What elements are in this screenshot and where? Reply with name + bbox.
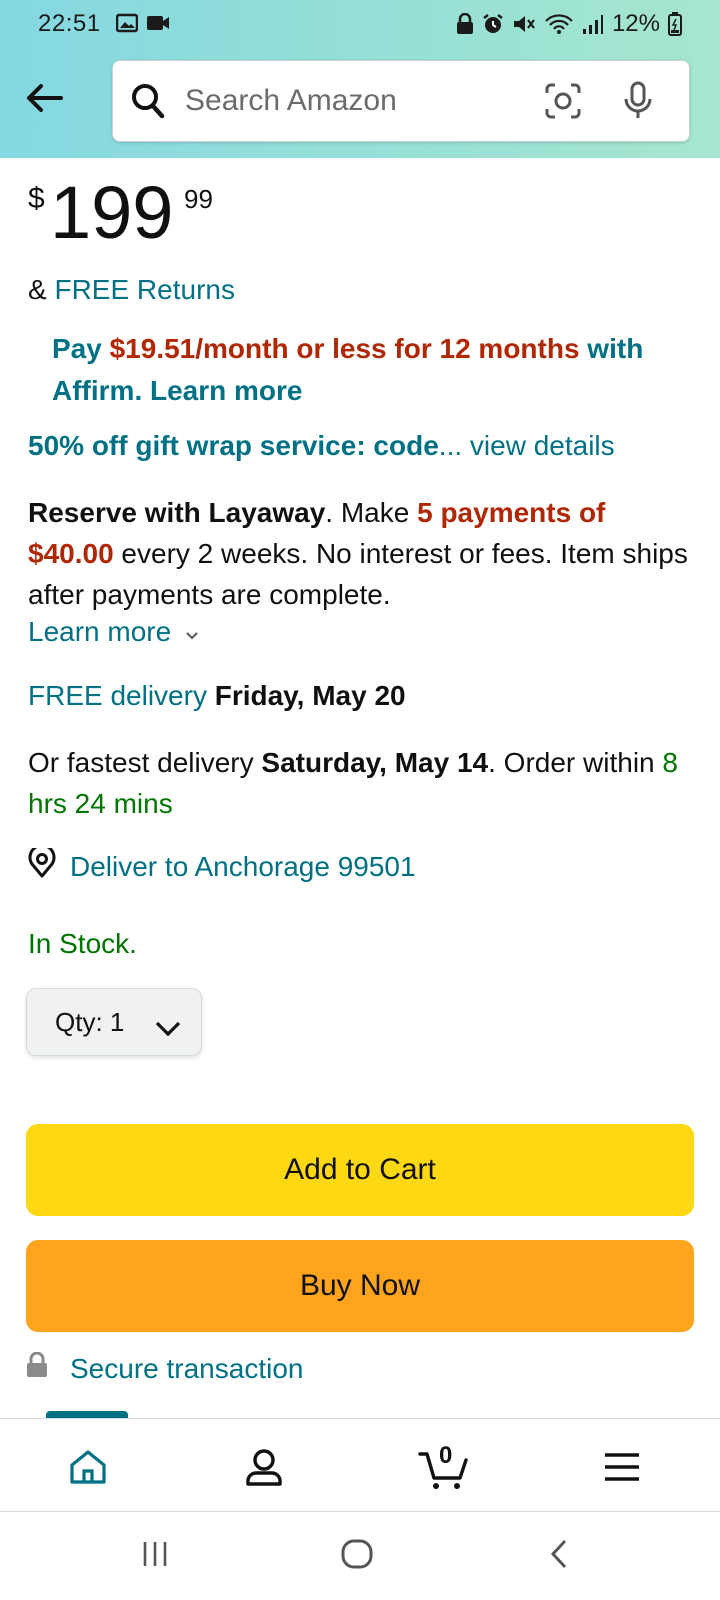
buy-now-button[interactable]: Buy Now (26, 1240, 694, 1332)
search-icon (131, 83, 165, 124)
free-delivery-date: Friday, May 20 (214, 680, 406, 711)
secure-transaction-link[interactable]: Secure transaction (26, 1351, 304, 1385)
chevron-down-icon (155, 1013, 181, 1044)
recent-apps-icon (140, 1540, 170, 1573)
nav-cart[interactable]: 0 (414, 1439, 474, 1499)
image-icon (115, 12, 139, 40)
wifi-icon (544, 13, 574, 35)
alarm-icon (482, 13, 504, 35)
battery-icon (668, 12, 682, 36)
stock-status: In Stock. (28, 928, 137, 959)
free-delivery-info: FREE delivery Friday, May 20 (28, 680, 406, 712)
price-symbol: $ (28, 182, 45, 215)
camera-scan-icon[interactable] (545, 83, 581, 124)
free-returns-link[interactable]: FREE Returns (54, 274, 235, 305)
layaway-info: Reserve with Layaway. Make 5 payments of… (28, 497, 688, 610)
cart-count: 0 (439, 1442, 453, 1469)
chevron-down-icon (185, 616, 199, 648)
view-details-link[interactable]: ... view details (439, 430, 615, 461)
price-whole: 199 (50, 171, 174, 254)
bottom-nav-bar: 0 (0, 1411, 720, 1512)
giftwrap-text: 50% off gift wrap service: code (28, 430, 439, 461)
nav-account[interactable] (234, 1439, 294, 1499)
recent-apps-button[interactable] (130, 1534, 180, 1578)
location-pin-icon (28, 843, 56, 885)
fastest-delivery-info: Or fastest delivery Saturday, May 14. Or… (28, 747, 678, 819)
search-bar[interactable] (112, 60, 690, 142)
learn-more-label: Learn more (28, 616, 172, 647)
price-fraction: 99 (184, 184, 213, 214)
video-icon (146, 12, 170, 40)
add-to-cart-button[interactable]: Add to Cart (26, 1124, 694, 1216)
account-icon (244, 1447, 284, 1492)
affirm-offer[interactable]: Pay $19.51/month or less for 12 months w… (52, 328, 672, 412)
returns-info: & FREE Returns (28, 274, 235, 305)
giftwrap-promo[interactable]: 50% off gift wrap service: code... view … (28, 430, 615, 462)
mute-icon (512, 13, 536, 35)
system-back-button[interactable] (534, 1534, 584, 1578)
active-tab-indicator (46, 1411, 128, 1418)
nav-menu[interactable] (592, 1439, 652, 1499)
learn-more-toggle[interactable]: Learn more (28, 616, 199, 648)
signal-icon (582, 13, 604, 35)
secure-transaction-label: Secure transaction (70, 1352, 304, 1384)
home-button[interactable] (332, 1534, 382, 1578)
arrow-left-icon (25, 83, 63, 118)
status-bar: 22:51 12% (0, 0, 720, 48)
deliver-to-link[interactable]: Deliver to Anchorage 99501 (28, 843, 416, 885)
lock-icon (26, 1351, 48, 1385)
cart-icon: 0 (418, 1442, 470, 1490)
quantity-select[interactable]: Qty: 1 (26, 988, 202, 1056)
layaway-title: Reserve with Layaway (28, 497, 326, 528)
back-icon (549, 1538, 569, 1575)
affirm-amount: $19.51/month or less for 12 months (109, 333, 580, 364)
status-time: 22:51 (38, 10, 101, 37)
battery-level: 12% (611, 10, 660, 37)
nav-home[interactable] (58, 1439, 118, 1499)
system-nav-bar (0, 1512, 720, 1600)
deliver-to-label: Deliver to Anchorage 99501 (70, 850, 416, 882)
home-icon (68, 1449, 108, 1490)
menu-icon (603, 1451, 641, 1488)
home-button-icon (340, 1538, 374, 1575)
qty-value: 1 (109, 1006, 125, 1037)
free-delivery-link[interactable]: FREE delivery (28, 680, 207, 711)
back-button[interactable] (22, 78, 66, 122)
search-input[interactable] (185, 79, 525, 123)
microphone-icon[interactable] (623, 81, 653, 126)
app-header: 22:51 12% (0, 0, 720, 158)
qty-label: Qty: (55, 1006, 103, 1037)
fastest-date: Saturday, May 14 (261, 747, 489, 778)
lock-icon (456, 13, 474, 35)
